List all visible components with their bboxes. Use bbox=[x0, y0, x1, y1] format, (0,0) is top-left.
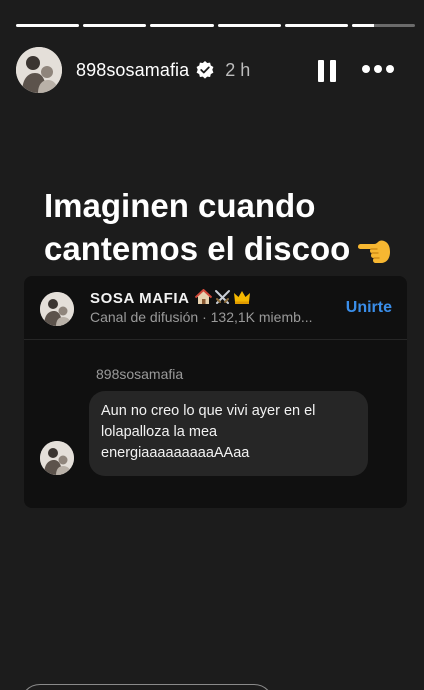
crossed-swords-emoji-icon bbox=[214, 290, 230, 304]
more-options-icon[interactable] bbox=[362, 64, 394, 74]
story-progress-segment-current bbox=[351, 24, 416, 27]
channel-emojis bbox=[194, 289, 251, 305]
user-avatar[interactable] bbox=[16, 47, 62, 93]
message-sender: 898sosamafia bbox=[96, 366, 184, 382]
channel-avatar[interactable] bbox=[40, 292, 74, 326]
pause-icon[interactable] bbox=[318, 60, 336, 82]
caption-line-2: cantemos el discoo bbox=[44, 227, 424, 270]
username[interactable]: 898sosamafia bbox=[76, 60, 189, 81]
story-progress-segment bbox=[284, 24, 348, 27]
crown-emoji-icon bbox=[233, 291, 250, 304]
post-time: 2 h bbox=[225, 59, 251, 80]
verified-badge-icon bbox=[195, 60, 215, 80]
backhand-pointing-left-icon bbox=[358, 240, 391, 263]
channel-header: SOSA MAFIA Canal de difusión · 132,1K mi… bbox=[24, 276, 407, 340]
channel-avatar-photo-icon bbox=[40, 292, 74, 326]
story-header: 898sosamafia 2 h bbox=[16, 44, 408, 96]
channel-subtitle: Canal de difusión · 132,1K miemb... bbox=[90, 309, 313, 325]
channel-name: SOSA MAFIA bbox=[90, 290, 190, 307]
story-caption: Imaginen cuando cantemos el discoo bbox=[44, 184, 424, 270]
user-avatar-photo-icon bbox=[16, 47, 62, 93]
house-emoji-icon bbox=[194, 289, 212, 304]
send-message-input[interactable] bbox=[20, 684, 274, 690]
sender-avatar bbox=[40, 441, 74, 475]
channel-name-row: SOSA MAFIA bbox=[90, 289, 251, 307]
story-progress-segment bbox=[217, 24, 281, 27]
story-progress-segment bbox=[150, 24, 214, 27]
sender-avatar-photo-icon bbox=[40, 441, 74, 475]
story-progress-segment bbox=[83, 24, 147, 27]
caption-line: Imaginen cuando bbox=[44, 187, 316, 224]
story-progress-fill bbox=[351, 24, 374, 27]
story-progress-segment bbox=[16, 24, 80, 27]
caption-line-text: cantemos el discoo bbox=[44, 230, 351, 267]
message-bubble: Aun no creo lo que vivi ayer en el lolap… bbox=[89, 391, 368, 476]
broadcast-channel-card[interactable]: SOSA MAFIA Canal de difusión · 132,1K mi… bbox=[24, 276, 407, 508]
join-button[interactable]: Unirte bbox=[346, 299, 392, 317]
story-progress-bar bbox=[16, 24, 416, 27]
